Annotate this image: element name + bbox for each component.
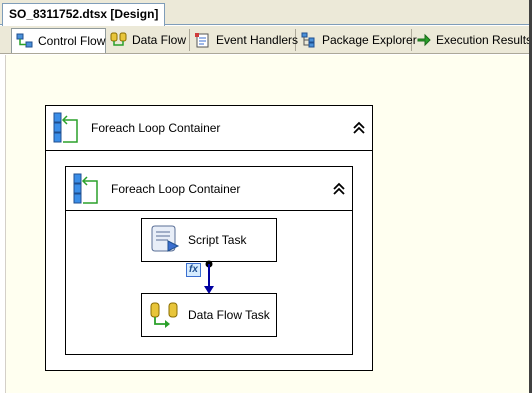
outer-container-header: Foreach Loop Container [46, 106, 372, 151]
tab-data-flow[interactable]: Data Flow [106, 29, 190, 51]
tab-label: Execution Results [436, 33, 532, 47]
designer-tab-row: Control Flow Data Flow Event Handlers Pa… [0, 26, 532, 54]
task-label: Data Flow Task [188, 308, 270, 322]
document-tab-title: SO_8311752.dtsx [Design] [9, 7, 159, 21]
tab-label: Event Handlers [216, 33, 299, 47]
tab-package-explorer[interactable]: Package Explorer [296, 29, 417, 51]
chevron-double-up-icon[interactable] [352, 121, 366, 135]
data-flow-icon [110, 32, 127, 46]
event-handlers-icon [195, 33, 209, 48]
package-explorer-icon [301, 32, 315, 48]
chevron-double-up-icon[interactable] [332, 182, 346, 196]
foreach-loop-icon [53, 112, 78, 143]
tab-execution-results[interactable]: Execution Results [412, 29, 532, 51]
tab-label: Package Explorer [322, 33, 417, 47]
data-flow-task[interactable]: Data Flow Task [141, 293, 277, 337]
foreach-loop-icon [73, 173, 98, 204]
data-flow-task-icon [150, 302, 178, 328]
document-tab[interactable]: SO_8311752.dtsx [Design] [2, 3, 166, 26]
control-flow-icon [16, 33, 33, 48]
execution-results-icon [417, 33, 431, 47]
container-title: Foreach Loop Container [111, 182, 241, 196]
tab-event-handlers[interactable]: Event Handlers [190, 29, 299, 51]
tab-label: Control Flow [38, 34, 106, 48]
script-task-icon [151, 225, 180, 252]
tab-label: Data Flow [132, 33, 187, 47]
container-title: Foreach Loop Container [91, 121, 221, 135]
tab-control-flow[interactable]: Control Flow [11, 28, 106, 53]
task-label: Script Task [188, 233, 247, 247]
inner-container-header: Foreach Loop Container [66, 167, 352, 211]
fx-expression-icon[interactable]: fx [186, 263, 201, 277]
script-task[interactable]: Script Task [141, 218, 277, 262]
